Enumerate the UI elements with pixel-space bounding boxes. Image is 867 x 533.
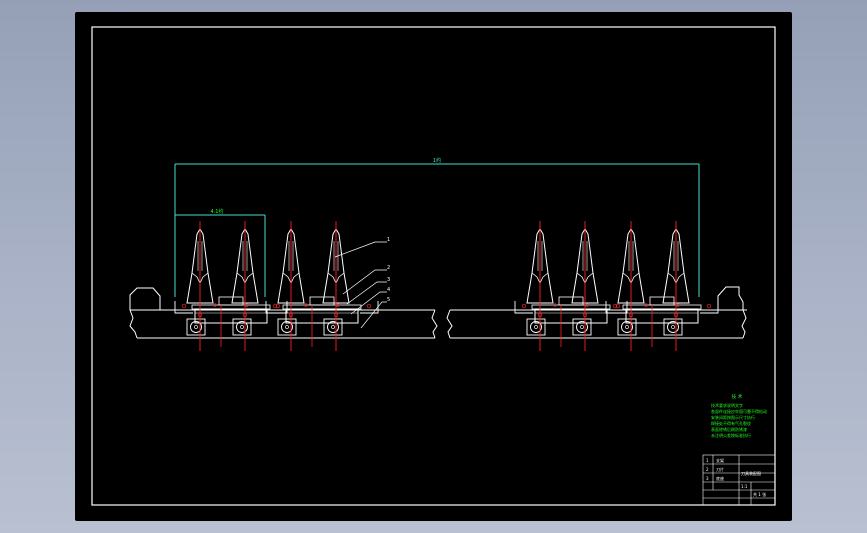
drawing-border: [91, 26, 776, 506]
segment-dimension: 4.1约: [175, 208, 266, 297]
cutter-unit-4: [606, 221, 718, 351]
technical-notes: 技 术 技术要求说明文字 各部件连接应牢固可靠不得松动 安装间距按图示尺寸执行 …: [711, 393, 767, 438]
note-line-2: 各部件连接应牢固可靠不得松动: [711, 408, 767, 414]
title-block: [702, 454, 776, 506]
note-line-4: 焊接处不得有气孔裂纹: [711, 420, 751, 426]
note-line-5: 表面除锈后刷防锈漆: [711, 426, 747, 432]
callout-2: 2: [387, 265, 390, 271]
note-line-3: 安装间距按图示尺寸执行: [711, 414, 755, 420]
notes-title: 技 术: [732, 393, 743, 400]
note-line-6: 未注明公差按标准执行: [711, 432, 751, 438]
rail-beam: [129, 286, 747, 339]
cad-drawing: 1约 4.1约 1 2 3 4 5 技 术 技术要求说明文字 各部件连接应牢固可…: [91, 26, 776, 506]
title-row-1-no: 1: [706, 458, 709, 463]
drawing-scale: 1:1: [741, 484, 748, 489]
callout-5: 5: [387, 297, 390, 303]
overall-dimension-label: 1约: [433, 157, 441, 164]
segment-dimension-label: 4.1约: [211, 208, 224, 215]
title-row-3-name: 底座: [716, 475, 724, 481]
cutter-unit-2: [266, 221, 378, 351]
callout-4: 4: [387, 287, 390, 293]
callout-1: 1: [387, 237, 390, 243]
part-callouts: [334, 241, 387, 329]
callout-3: 3: [387, 277, 390, 283]
title-row-3-no: 3: [706, 476, 709, 481]
title-row-2-no: 2: [706, 467, 709, 472]
cutter-unit-3: [515, 221, 627, 351]
cutter-unit-1: [175, 221, 287, 351]
title-row-2-name: 刀片: [716, 466, 724, 472]
drawing-sheet: 共 1 张: [753, 491, 766, 497]
note-line-1: 技术要求说明文字: [711, 402, 743, 408]
cad-viewport[interactable]: 1约 4.1约 1 2 3 4 5 技 术 技术要求说明文字 各部件连接应牢固可…: [75, 12, 792, 521]
drawing-name: 刀具装配图: [741, 470, 761, 476]
title-row-1-name: 支架: [716, 457, 724, 463]
